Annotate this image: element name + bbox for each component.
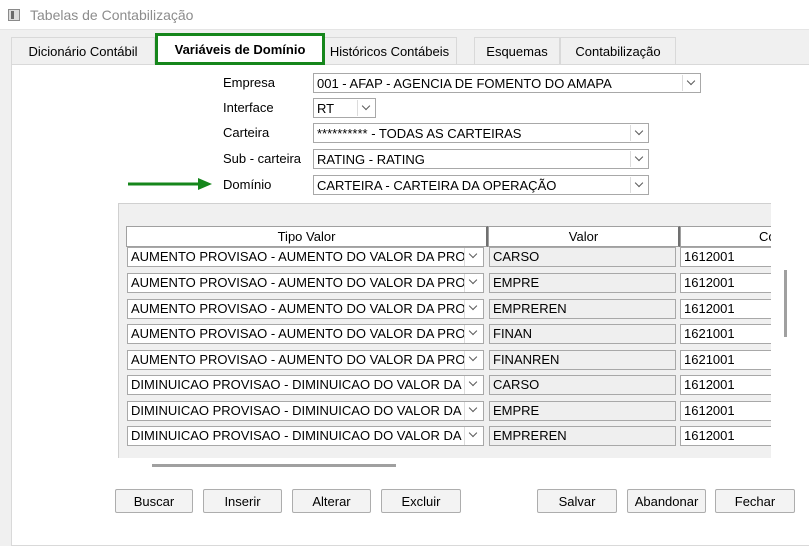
chevron-down-icon[interactable] (630, 125, 647, 141)
interface-select[interactable]: RT (313, 98, 376, 118)
conta-cell[interactable]: 1621001 (680, 324, 771, 344)
tipo-valor-cell[interactable]: AUMENTO PROVISAO - AUMENTO DO VALOR DA P… (127, 324, 484, 344)
tipo-valor-cell[interactable]: AUMENTO PROVISAO - AUMENTO DO VALOR DA P… (127, 350, 484, 370)
chevron-down-icon[interactable] (357, 100, 374, 116)
chevron-down-icon[interactable] (464, 248, 483, 266)
chevron-down-icon[interactable] (464, 351, 483, 369)
tipo-valor-cell[interactable]: DIMINUICAO PROVISAO - DIMINUICAO DO VALO… (127, 426, 484, 446)
dominio-select[interactable]: CARTEIRA - CARTEIRA DA OPERAÇÃO (313, 175, 649, 195)
chevron-down-icon[interactable] (464, 376, 483, 394)
valor-cell[interactable]: EMPREREN (489, 299, 676, 319)
buscar-button[interactable]: Buscar (115, 489, 193, 513)
tab-historicos-contabeis[interactable]: Históricos Contábeis (322, 37, 457, 64)
abandonar-button[interactable]: Abandonar (627, 489, 706, 513)
valor-cell[interactable]: EMPRE (489, 401, 676, 421)
conta-cell[interactable]: 1621001 (680, 350, 771, 370)
dominio-label: Domínio (223, 177, 272, 192)
valor-cell[interactable]: CARSO (489, 375, 676, 395)
chevron-down-icon[interactable] (464, 427, 483, 445)
conta-cell[interactable]: 1612001 (680, 375, 771, 395)
tipo-valor-cell[interactable]: AUMENTO PROVISAO - AUMENTO DO VALOR DA P… (127, 247, 484, 267)
chevron-down-icon[interactable] (630, 151, 647, 167)
empresa-label: Empresa (223, 75, 276, 90)
column-header-valor[interactable]: Valor (488, 226, 680, 247)
inserir-button[interactable]: Inserir (203, 489, 282, 513)
chevron-down-icon[interactable] (464, 402, 483, 420)
valor-cell[interactable]: FINAN (489, 324, 676, 344)
tab-variaveis-de-dominio[interactable]: Variáveis de Domínio (155, 33, 325, 65)
subcarteira-label: Sub - carteira (223, 151, 302, 166)
valor-cell[interactable]: EMPRE (489, 273, 676, 293)
conta-cell[interactable]: 1612001 (680, 247, 771, 267)
carteira-select[interactable]: ********** - TODAS AS CARTEIRAS (313, 123, 649, 143)
horizontal-scrollbar-thumb[interactable] (152, 464, 396, 467)
conta-cell[interactable]: 1612001 (680, 401, 771, 421)
salvar-button[interactable]: Salvar (537, 489, 617, 513)
conta-cell[interactable]: 1612001 (680, 299, 771, 319)
window-title: Tabelas de Contabilização (30, 7, 194, 23)
valor-cell[interactable]: CARSO (489, 247, 676, 267)
tipo-valor-cell[interactable]: DIMINUICAO PROVISAO - DIMINUICAO DO VALO… (127, 375, 484, 395)
conta-cell[interactable]: 1612001 (680, 426, 771, 446)
chevron-down-icon[interactable] (464, 274, 483, 292)
valor-cell[interactable]: EMPREREN (489, 426, 676, 446)
chevron-down-icon[interactable] (682, 75, 699, 91)
chevron-down-icon[interactable] (630, 177, 647, 193)
alterar-button[interactable]: Alterar (292, 489, 371, 513)
fechar-button[interactable]: Fechar (715, 489, 795, 513)
chevron-down-icon[interactable] (464, 300, 483, 318)
interface-label: Interface (223, 100, 274, 115)
green-arrow-annotation (128, 178, 212, 190)
column-header-conta[interactable]: Co (680, 226, 771, 247)
app-icon (8, 9, 20, 21)
tab-esquemas[interactable]: Esquemas (474, 37, 560, 64)
title-bar: Tabelas de Contabilização (0, 0, 809, 30)
variables-grid: Tipo Valor Valor Co AUMENTO PROVISAO - A… (118, 203, 771, 458)
column-header-tipo-valor[interactable]: Tipo Valor (126, 226, 488, 247)
empresa-select[interactable]: 001 - AFAP - AGENCIA DE FOMENTO DO AMAPA (313, 73, 701, 93)
vertical-scrollbar-thumb[interactable] (784, 270, 787, 337)
valor-cell[interactable]: FINANREN (489, 350, 676, 370)
tipo-valor-cell[interactable]: AUMENTO PROVISAO - AUMENTO DO VALOR DA P… (127, 273, 484, 293)
tab-contabilizacao[interactable]: Contabilização (560, 37, 676, 64)
conta-cell[interactable]: 1612001 (680, 273, 771, 293)
tab-strip: Dicionário Contábil Históricos Contábeis… (0, 30, 809, 65)
chevron-down-icon[interactable] (464, 325, 483, 343)
tipo-valor-cell[interactable]: DIMINUICAO PROVISAO - DIMINUICAO DO VALO… (127, 401, 484, 421)
subcarteira-select[interactable]: RATING - RATING (313, 149, 649, 169)
carteira-label: Carteira (223, 125, 270, 140)
excluir-button[interactable]: Excluir (381, 489, 461, 513)
tab-dicionario-contabil[interactable]: Dicionário Contábil (11, 37, 155, 64)
tipo-valor-cell[interactable]: AUMENTO PROVISAO - AUMENTO DO VALOR DA P… (127, 299, 484, 319)
